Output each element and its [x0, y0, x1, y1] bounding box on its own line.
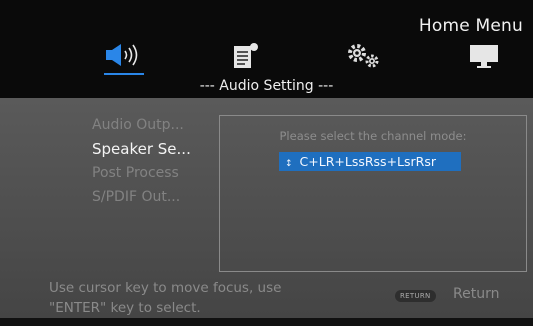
navigation-hint: Use cursor key to move focus, use "ENTER… [49, 278, 281, 318]
menu-item-speaker-setting[interactable]: Speaker Se... [92, 137, 191, 161]
return-key-badge: RETURN [395, 290, 436, 302]
bottom-bar [0, 318, 533, 326]
gears-icon[interactable] [346, 42, 384, 70]
updown-arrow-icon: ↕ [285, 159, 293, 169]
top-bar: Home Menu --- Audio Setting --- [0, 0, 533, 100]
hint-line-2: "ENTER" key to select. [49, 300, 201, 316]
channel-mode-dialog: Please select the channel mode: ↕ C+LR+Ls… [219, 115, 527, 272]
channel-mode-prompt: Please select the channel mode: [279, 129, 467, 143]
section-title: --- Audio Setting --- [199, 78, 334, 94]
hint-line-1: Use cursor key to move focus, use [49, 280, 282, 296]
menu-item-spdif-output[interactable]: S/PDIF Out... [92, 185, 191, 209]
menu-item-post-process[interactable]: Post Process [92, 161, 191, 185]
channel-mode-value: C+LR+LssRss+LsrRsr [299, 154, 436, 169]
speaker-icon[interactable] [105, 42, 143, 68]
audio-setting-menu: Audio Outp... Speaker Se... Post Process… [92, 113, 191, 209]
home-menu-title: Home Menu [418, 16, 523, 36]
return-button[interactable]: Return [453, 286, 499, 302]
active-tab-indicator [104, 73, 144, 75]
info-document-icon[interactable] [233, 42, 261, 70]
monitor-icon[interactable] [468, 42, 502, 70]
channel-mode-select[interactable]: ↕ C+LR+LssRss+LsrRsr [279, 152, 461, 171]
menu-item-audio-output[interactable]: Audio Outp... [92, 113, 191, 137]
